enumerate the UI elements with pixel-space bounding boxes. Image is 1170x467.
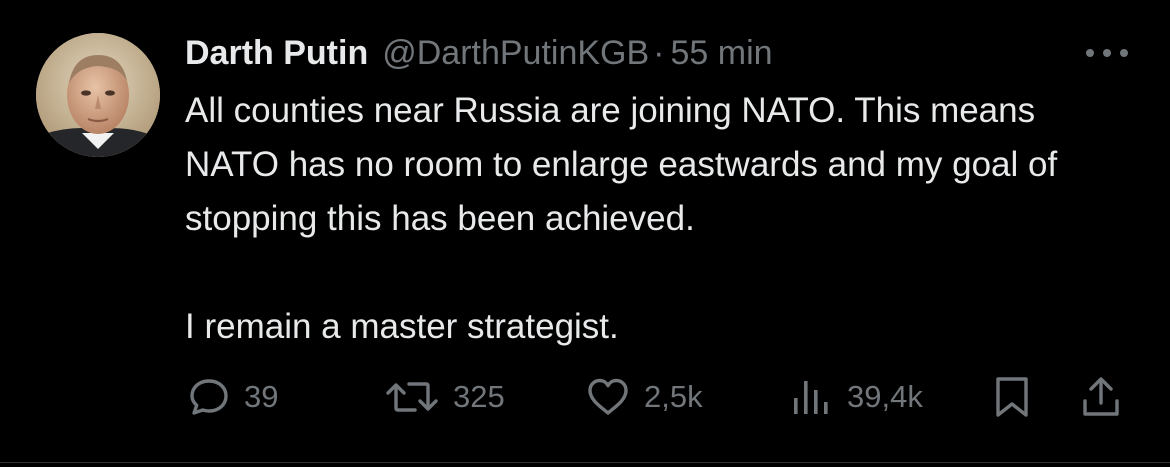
views-button[interactable]: 39,4k bbox=[791, 370, 923, 424]
tweet-card[interactable]: Darth Putin @DarthPutinKGB · 55 min All … bbox=[0, 0, 1170, 467]
reply-count: 39 bbox=[244, 379, 279, 414]
avatar-portrait-icon bbox=[36, 33, 160, 157]
views-count: 39,4k bbox=[847, 379, 923, 414]
tweet-actions: 39 325 2,5k 39,4k bbox=[0, 370, 1170, 424]
bar-chart-icon bbox=[794, 381, 828, 414]
header-separator: · bbox=[653, 33, 665, 72]
tweet-paragraph: All counties near Russia are joining NAT… bbox=[185, 91, 1058, 238]
speech-bubble-icon bbox=[190, 379, 228, 415]
like-button[interactable]: 2,5k bbox=[586, 370, 703, 424]
more-options-button[interactable] bbox=[1082, 36, 1132, 70]
divider bbox=[0, 462, 1170, 463]
retweet-arrows-icon bbox=[386, 382, 438, 412]
more-horizontal-icon bbox=[1086, 49, 1128, 57]
share-button[interactable] bbox=[1080, 370, 1122, 424]
retweet-button[interactable]: 325 bbox=[385, 370, 505, 424]
share-upload-icon bbox=[1083, 377, 1119, 416]
avatar[interactable] bbox=[36, 33, 160, 157]
like-count: 2,5k bbox=[644, 379, 703, 414]
tweet-header: Darth Putin @DarthPutinKGB · 55 min bbox=[185, 30, 773, 76]
timestamp[interactable]: 55 min bbox=[671, 34, 773, 73]
bookmark-button[interactable] bbox=[992, 370, 1032, 424]
tweet-paragraph: I remain a master strategist. bbox=[185, 307, 619, 346]
display-name[interactable]: Darth Putin bbox=[185, 34, 368, 73]
reply-button[interactable]: 39 bbox=[188, 370, 278, 424]
tweet-text: All counties near Russia are joining NAT… bbox=[185, 84, 1135, 354]
bookmark-icon bbox=[996, 377, 1028, 417]
user-handle[interactable]: @DarthPutinKGB bbox=[382, 34, 649, 73]
heart-icon bbox=[588, 378, 628, 415]
retweet-count: 325 bbox=[453, 379, 505, 414]
